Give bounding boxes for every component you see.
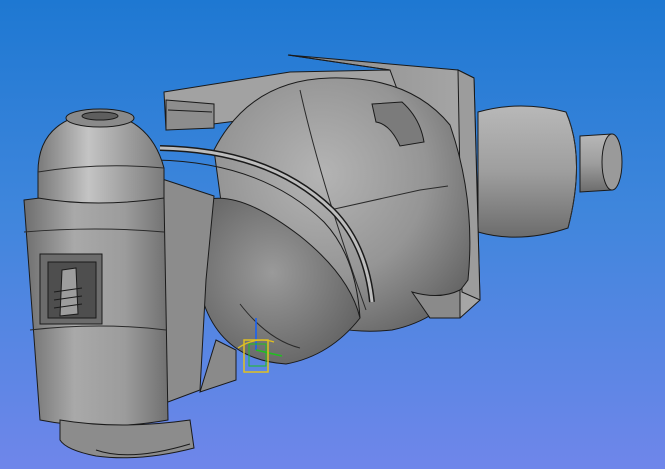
output-shaft [579, 133, 623, 193]
cad-3d-viewport[interactable] [0, 0, 665, 469]
bearing-housing [477, 105, 578, 238]
side-window [39, 253, 103, 325]
model-canvas[interactable] [0, 0, 665, 469]
cylinder-cap [37, 108, 165, 204]
